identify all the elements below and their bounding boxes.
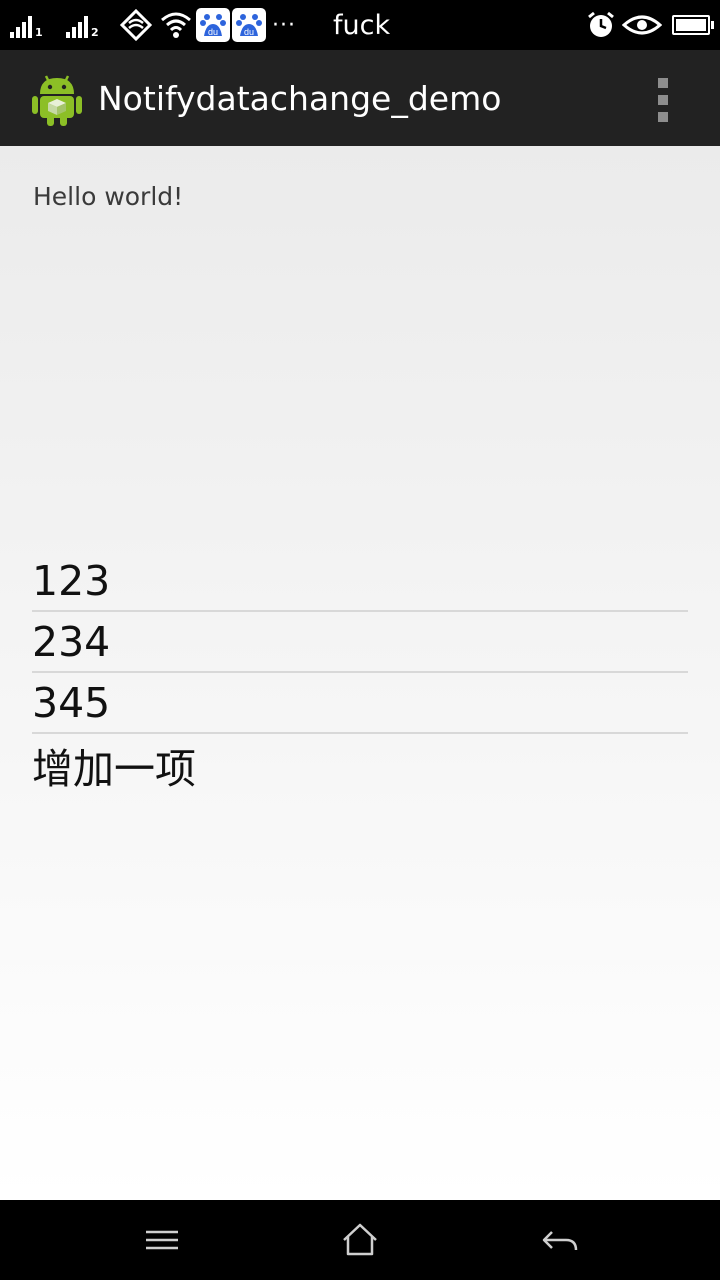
notification-overflow: ···	[272, 12, 296, 38]
item-list[interactable]: 123 234 345 增加一项	[32, 552, 688, 795]
list-item[interactable]: 234	[32, 612, 688, 673]
battery-icon	[672, 0, 714, 50]
baidu-icon: du	[232, 0, 266, 50]
content-area: Hello world! 123 234 345 增加一项	[0, 146, 720, 1200]
overflow-menu-icon[interactable]	[646, 78, 680, 122]
list-item[interactable]: 345	[32, 673, 688, 734]
hello-text: Hello world!	[33, 182, 184, 211]
app-title: Notifydatachange_demo	[98, 78, 502, 118]
sim1-label: 1	[35, 26, 43, 39]
home-icon[interactable]	[338, 1220, 382, 1260]
eye-icon	[622, 0, 662, 50]
android-icon[interactable]	[30, 70, 84, 128]
sim2-label: 2	[91, 26, 99, 39]
network-icon	[120, 0, 152, 50]
add-item-button[interactable]: 增加一项	[32, 734, 688, 795]
back-icon[interactable]	[538, 1220, 582, 1260]
action-bar: Notifydatachange_demo	[0, 50, 720, 146]
carrier-label: fuck	[333, 9, 391, 41]
alarm-icon	[586, 0, 616, 50]
signal-icon-sim1: 1	[10, 0, 43, 50]
screen: 1 2 du du ··· fuck Notifydatachange_demo…	[0, 0, 720, 1280]
wifi-icon	[160, 0, 192, 50]
baidu-icon: du	[196, 0, 230, 50]
signal-icon-sim2: 2	[66, 0, 99, 50]
baidu-label: du	[244, 27, 254, 37]
navigation-bar	[0, 1200, 720, 1280]
status-bar: 1 2 du du ··· fuck	[0, 0, 720, 50]
menu-icon[interactable]	[140, 1220, 184, 1260]
list-item[interactable]: 123	[32, 552, 688, 612]
baidu-label: du	[208, 27, 218, 37]
